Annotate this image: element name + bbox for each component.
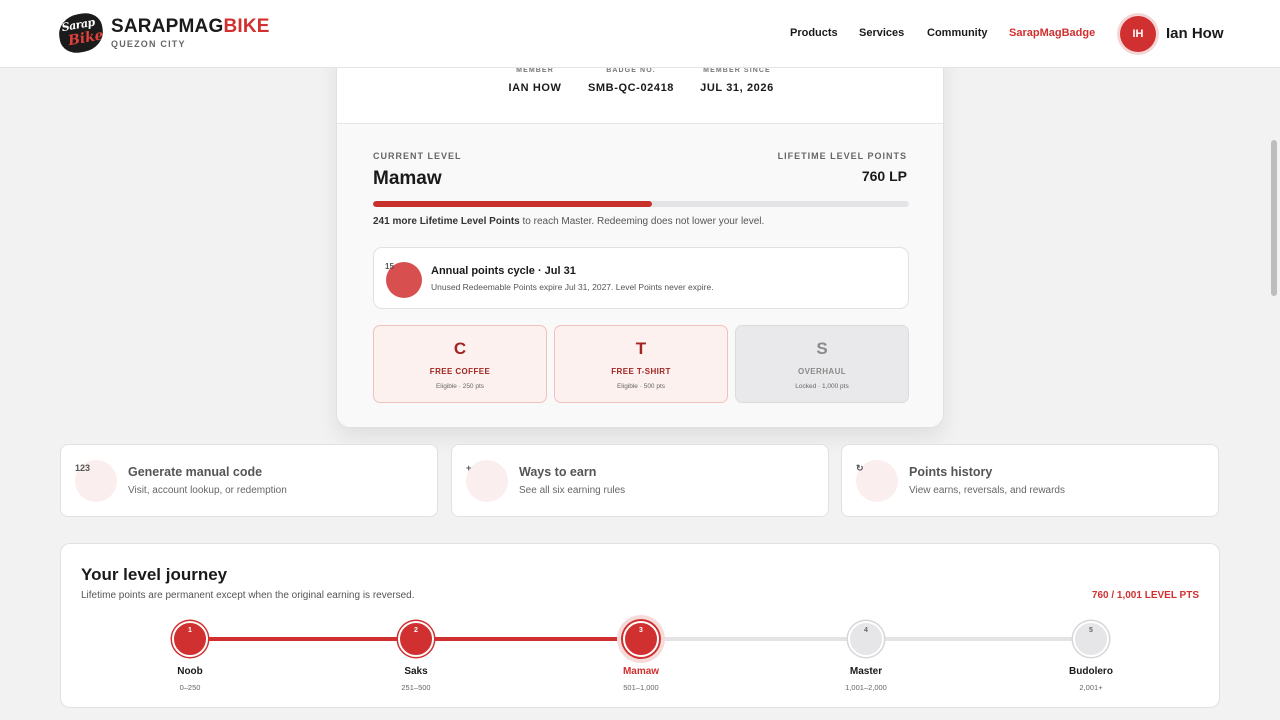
action-subtitle: View earns, reversals, and rewards <box>909 485 1065 496</box>
step-name: Saks <box>404 666 428 677</box>
step-number: 5 <box>1089 627 1093 634</box>
step-range: 501–1,000 <box>623 683 659 692</box>
brand-location: QUEZON CITY <box>111 39 186 49</box>
member-value: IAN HOW <box>508 82 562 94</box>
journey-connector <box>866 637 1091 641</box>
points-cycle-card: 15 Annual points cycle · Jul 31 Unused R… <box>373 247 909 309</box>
calendar-icon-text: 15 <box>385 262 394 271</box>
step-range: 0–250 <box>179 683 201 692</box>
step-number: 2 <box>414 627 418 634</box>
brand-name[interactable]: SARAPMAGBIKE <box>111 16 270 38</box>
nav-products[interactable]: Products <box>790 27 838 39</box>
reward-name: FREE T-SHIRT <box>611 367 671 376</box>
nav-sarapmagbadge[interactable]: SarapMagBadge <box>1009 27 1095 39</box>
nav-services[interactable]: Services <box>859 27 904 39</box>
lifetime-points-value: 760 LP <box>861 168 907 184</box>
step-range: 251–500 <box>401 683 431 692</box>
step-range: 1,001–2,000 <box>845 683 887 692</box>
journey-title: Your level journey <box>81 565 228 584</box>
reward-status: Locked · 1,000 pts <box>795 383 849 390</box>
action-title: Ways to earn <box>519 465 597 479</box>
cycle-subtitle: Unused Redeemable Points expire Jul 31, … <box>431 282 714 292</box>
member-since-label: MEMBER SINCE <box>703 67 771 74</box>
reward-overhaul: S OVERHAUL Locked · 1,000 pts <box>735 325 909 403</box>
reward-free-coffee[interactable]: C FREE COFFEE Eligible · 250 pts <box>373 325 547 403</box>
reward-status: Eligible · 500 pts <box>616 383 666 390</box>
current-level-name: Mamaw <box>373 168 442 189</box>
step-number: 3 <box>639 627 643 634</box>
code-icon-glyph: 123 <box>75 463 91 473</box>
avatar[interactable]: IH <box>1120 16 1156 52</box>
member-label: MEMBER <box>516 67 554 74</box>
step-number: 1 <box>188 627 192 634</box>
generate-code-card[interactable]: 123 Generate manual code Visit, account … <box>60 444 438 517</box>
cycle-title: Annual points cycle · Jul 31 <box>431 265 576 277</box>
reward-letter: C <box>453 339 467 358</box>
reward-status: Eligible · 250 pts <box>435 383 485 390</box>
ways-to-earn-card[interactable]: + Ways to earn See all six earning rules <box>451 444 829 517</box>
journey-connector <box>190 637 416 641</box>
action-subtitle: Visit, account lookup, or redemption <box>128 485 287 496</box>
plus-icon <box>466 460 508 502</box>
member-since-value: JUL 31, 2026 <box>700 82 774 94</box>
action-title: Generate manual code <box>128 465 263 479</box>
level-note-bold: 241 more Lifetime Level Points <box>373 216 520 227</box>
reward-letter: T <box>635 339 647 358</box>
level-progress-fill <box>373 201 652 207</box>
user-name[interactable]: Ian How <box>1166 25 1224 42</box>
journey-connector <box>641 637 866 641</box>
brand-name-part2: BIKE <box>223 16 270 37</box>
level-step-master: 4 <box>848 621 884 657</box>
page-scrollbar[interactable] <box>1271 140 1277 296</box>
action-title: Points history <box>909 465 993 479</box>
level-note-rest: to reach Master. Redeeming does not lowe… <box>519 216 765 227</box>
level-journey-panel: Your level journey Lifetime points are p… <box>60 543 1220 708</box>
history-icon-glyph: ↻ <box>856 463 864 473</box>
journey-points: 760 / 1,001 LEVEL PTS <box>1091 590 1199 601</box>
plus-icon-glyph: + <box>466 463 472 473</box>
reward-letter: S <box>816 339 828 358</box>
points-history-card[interactable]: ↻ Points history View earns, reversals, … <box>841 444 1219 517</box>
level-step-noob: 1 <box>172 621 208 657</box>
brand-name-part1: SARAPMAG <box>111 16 224 37</box>
level-progress-note: 241 more Lifetime Level Points to reach … <box>373 216 764 227</box>
top-header: Sarap Bike SARAPMAGBIKE QUEZON CITY Prod… <box>0 0 1280 68</box>
badge-no-value: SMB-QC-02418 <box>587 82 675 94</box>
step-name: Budolero <box>1069 666 1113 677</box>
step-name: Master <box>849 666 883 677</box>
step-number: 4 <box>864 627 868 634</box>
level-progress-bar <box>373 201 909 207</box>
level-step-saks: 2 <box>398 621 434 657</box>
journey-subtitle: Lifetime points are permanent except whe… <box>81 590 415 601</box>
step-name: Noob <box>177 666 203 677</box>
reward-name: FREE COFFEE <box>429 367 491 376</box>
step-range: 2,001+ <box>1079 683 1103 692</box>
badge-no-label: BADGE NO. <box>606 67 656 74</box>
level-step-mamaw: 3 <box>623 621 659 657</box>
action-subtitle: See all six earning rules <box>519 485 626 496</box>
lifetime-points-label: LIFETIME LEVEL POINTS <box>777 151 907 161</box>
step-name: Mamaw <box>622 666 660 677</box>
reward-name: OVERHAUL <box>797 367 847 376</box>
journey-connector <box>416 637 641 641</box>
member-badge-card: MEMBER IAN HOW BADGE NO. SMB-QC-02418 ME… <box>336 40 944 428</box>
reward-free-tshirt[interactable]: T FREE T-SHIRT Eligible · 500 pts <box>554 325 728 403</box>
nav-community[interactable]: Community <box>927 27 988 39</box>
current-level-label: CURRENT LEVEL <box>373 151 462 161</box>
level-step-budolero: 5 <box>1073 621 1109 657</box>
brand-logo[interactable]: Sarap Bike <box>56 10 106 56</box>
